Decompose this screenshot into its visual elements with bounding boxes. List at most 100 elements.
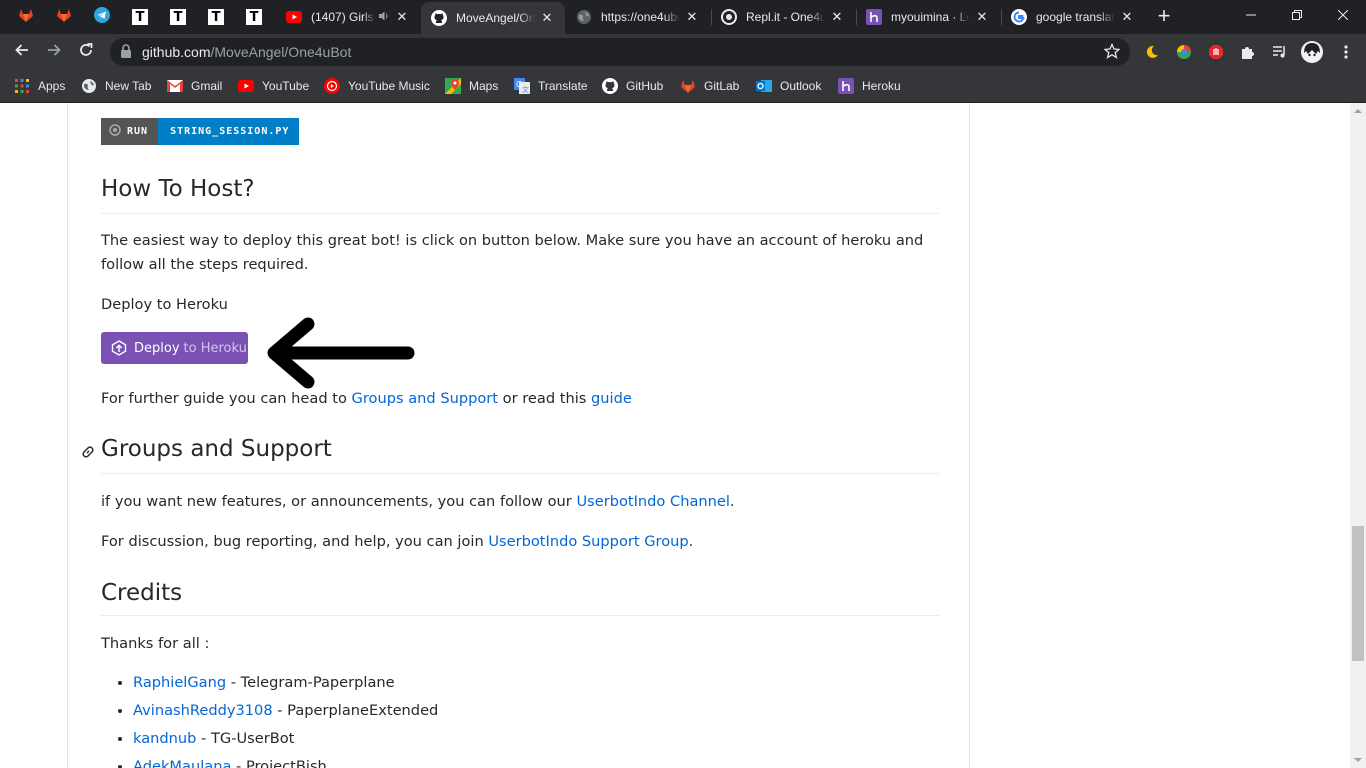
- groups-and-support-link[interactable]: Groups and Support: [352, 390, 498, 407]
- scroll-up-icon[interactable]: [1350, 103, 1366, 119]
- credits-heading: Credits: [101, 580, 183, 606]
- chrome-menu-icon[interactable]: [1336, 42, 1356, 62]
- bookmark-gmail[interactable]: Gmail: [167, 76, 222, 96]
- close-tab-icon[interactable]: ✕: [829, 9, 845, 25]
- credit-link[interactable]: AvinashReddy3108: [133, 702, 273, 719]
- p2-prefix: For discussion, bug reporting, and help,…: [101, 533, 489, 550]
- further-guide-paragraph: For further guide you can head to Groups…: [101, 387, 632, 411]
- tab-title: myouimina · Logs: [891, 10, 970, 24]
- scroll-down-icon[interactable]: [1350, 752, 1366, 768]
- bookmark-star-icon[interactable]: [1103, 42, 1121, 64]
- bookmark-new-tab[interactable]: New Tab: [81, 76, 151, 96]
- tab-heroku-logs[interactable]: myouimina · Logs ✕: [856, 2, 1000, 32]
- pinned-tab-telegram[interactable]: [84, 2, 120, 32]
- guide-link[interactable]: guide: [591, 390, 632, 407]
- pinned-tab-t4[interactable]: T: [236, 2, 272, 32]
- bookmark-heroku[interactable]: Heroku: [838, 76, 901, 96]
- forward-button[interactable]: [40, 38, 68, 66]
- deploy-to-heroku-button[interactable]: Deploy to Heroku: [101, 332, 248, 364]
- translate-icon: G文: [514, 78, 530, 94]
- credit-link[interactable]: RaphielGang: [133, 674, 226, 691]
- close-tab-icon[interactable]: ✕: [974, 9, 990, 25]
- tab-replit[interactable]: Repl.it - One4uBot ✕: [711, 2, 855, 32]
- youtube-icon: [286, 9, 302, 25]
- pinned-tab-t1[interactable]: T: [122, 2, 158, 32]
- tab-strip: T T T T (1407) Girls ✕ MoveAngel/One4uBo…: [0, 0, 1366, 34]
- guide-mid: or read this: [498, 390, 591, 407]
- close-tab-icon[interactable]: ✕: [684, 9, 700, 25]
- how-to-host-heading: How To Host?: [101, 176, 255, 202]
- bookmark-label: Outlook: [780, 79, 822, 93]
- bookmark-translate[interactable]: G文 Translate: [514, 76, 588, 96]
- tab-title: https://one4ubot: [601, 10, 680, 24]
- close-tab-icon[interactable]: ✕: [394, 9, 410, 25]
- new-tab-button[interactable]: +: [1152, 5, 1176, 29]
- pinned-tab-gitlab-2[interactable]: [46, 2, 82, 32]
- t-icon: T: [170, 9, 186, 25]
- back-button[interactable]: [8, 38, 36, 66]
- userbotindo-channel-link[interactable]: UserbotIndo Channel: [576, 493, 729, 510]
- anchor-link-icon[interactable]: [80, 444, 96, 465]
- tab-google-translate[interactable]: google translate ✕: [1001, 2, 1145, 32]
- guide-prefix: For further guide you can head to: [101, 390, 352, 407]
- scrollbar-thumb[interactable]: [1352, 526, 1364, 661]
- address-bar[interactable]: github.com/MoveAngel/One4uBot: [110, 38, 1130, 66]
- arrow-annotation-icon: [267, 317, 415, 389]
- bookmark-label: Maps: [469, 79, 499, 93]
- dark-mode-extension-icon[interactable]: [1142, 42, 1162, 62]
- browser-toolbar: github.com/MoveAngel/One4uBot: [0, 34, 1366, 70]
- how-to-host-paragraph: The easiest way to deploy this great bot…: [101, 229, 923, 277]
- close-window-button[interactable]: [1320, 0, 1366, 30]
- youtube-music-icon: [324, 78, 340, 94]
- heroku-icon: [838, 78, 854, 94]
- close-tab-icon[interactable]: ✕: [539, 10, 555, 26]
- url-host: github.com: [142, 44, 211, 60]
- run-string-session-badge[interactable]: RUN STRING_SESSION.PY: [101, 118, 300, 145]
- bookmark-gitlab[interactable]: GitLab: [680, 76, 739, 96]
- button-sub-text: to Heroku: [183, 340, 247, 356]
- profile-avatar[interactable]: [1300, 40, 1324, 64]
- gear-icon: [109, 124, 121, 139]
- credit-link[interactable]: AdekMaulana: [133, 758, 231, 768]
- bookmark-youtube[interactable]: YouTube: [238, 76, 309, 96]
- lock-icon[interactable]: [120, 44, 132, 63]
- url-text[interactable]: github.com/MoveAngel/One4uBot: [142, 44, 351, 60]
- tab-github-active[interactable]: MoveAngel/One4uBot ✕: [421, 2, 565, 34]
- credit-desc: - PaperplaneExtended: [272, 702, 439, 719]
- t-icon: T: [246, 9, 262, 25]
- userbotindo-support-group-link[interactable]: UserbotIndo Support Group: [488, 533, 688, 550]
- adblock-extension-icon[interactable]: [1206, 42, 1226, 62]
- t-icon: T: [132, 9, 148, 25]
- extensions-puzzle-icon[interactable]: [1238, 42, 1258, 62]
- pinned-tab-t3[interactable]: T: [198, 2, 234, 32]
- gmail-icon: [167, 78, 183, 94]
- reload-button[interactable]: [72, 38, 100, 66]
- media-control-icon[interactable]: [1270, 42, 1290, 62]
- list-item: kandnub - TG-UserBot: [133, 725, 438, 753]
- tab-youtube[interactable]: (1407) Girls ✕: [276, 2, 420, 32]
- outlook-icon: [756, 78, 772, 94]
- bookmark-outlook[interactable]: Outlook: [756, 76, 821, 96]
- credit-desc: - Telegram-Paperplane: [226, 674, 395, 691]
- credit-link[interactable]: kandnub: [133, 730, 196, 747]
- bookmark-youtube-music[interactable]: YouTube Music: [324, 76, 430, 96]
- credit-desc: - ProjectBish: [231, 758, 327, 768]
- bookmark-maps[interactable]: Maps: [445, 76, 498, 96]
- tab-one4ubot-url[interactable]: https://one4ubot ✕: [566, 2, 710, 32]
- heading-divider: [101, 473, 939, 474]
- bookmark-label: Gmail: [191, 79, 223, 93]
- github-icon: [602, 78, 618, 94]
- p1-suffix: .: [729, 493, 735, 510]
- restore-button[interactable]: [1274, 0, 1320, 30]
- page-scrollbar[interactable]: [1350, 103, 1366, 768]
- bookmark-github[interactable]: GitHub: [602, 76, 663, 96]
- bookmark-apps[interactable]: Apps: [14, 76, 65, 96]
- pinned-tab-gitlab[interactable]: [8, 2, 44, 32]
- gitlab-icon: [18, 7, 34, 28]
- minimize-button[interactable]: [1228, 0, 1274, 30]
- pinned-tab-t2[interactable]: T: [160, 2, 196, 32]
- color-extension-icon[interactable]: [1174, 42, 1194, 62]
- speaker-icon[interactable]: [378, 10, 390, 25]
- close-tab-icon[interactable]: ✕: [1119, 9, 1135, 25]
- bookmark-label: Heroku: [862, 79, 901, 93]
